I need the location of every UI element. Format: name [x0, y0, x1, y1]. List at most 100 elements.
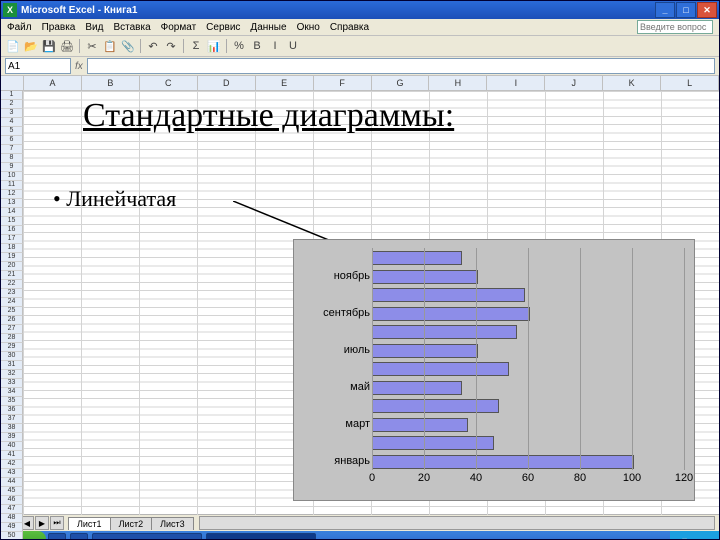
row-header[interactable]: 30 [1, 352, 23, 361]
row-header[interactable]: 2 [1, 100, 23, 109]
col-header[interactable]: I [487, 76, 545, 90]
new-icon[interactable]: 📄 [5, 38, 21, 54]
row-header[interactable]: 38 [1, 424, 23, 433]
row-header[interactable]: 28 [1, 334, 23, 343]
row-header[interactable]: 20 [1, 262, 23, 271]
fx-icon[interactable]: fx [75, 61, 83, 72]
row-header[interactable]: 43 [1, 469, 23, 478]
col-header[interactable]: A [24, 76, 82, 90]
cut-icon[interactable]: ✂ [84, 38, 100, 54]
bold-icon[interactable]: B [249, 38, 265, 54]
row-header[interactable]: 25 [1, 307, 23, 316]
formula-input[interactable] [87, 58, 715, 74]
menu-edit[interactable]: Правка [42, 22, 76, 33]
cell-grid[interactable]: Стандартные диаграммы: • Линейчатая 0204… [23, 91, 719, 515]
row-header[interactable]: 45 [1, 487, 23, 496]
row-header[interactable]: 32 [1, 370, 23, 379]
menu-view[interactable]: Вид [85, 22, 103, 33]
open-icon[interactable]: 📂 [23, 38, 39, 54]
row-header[interactable]: 18 [1, 244, 23, 253]
paste-icon[interactable]: 📎 [120, 38, 136, 54]
name-box[interactable]: A1 [5, 58, 71, 74]
row-header[interactable]: 31 [1, 361, 23, 370]
menu-help[interactable]: Справка [330, 22, 369, 33]
bar-chart[interactable]: 020406080100120 январьмартмайиюльсентябр… [293, 239, 695, 501]
col-header[interactable]: K [603, 76, 661, 90]
minimize-button[interactable]: _ [655, 2, 675, 18]
percent-icon[interactable]: % [231, 38, 247, 54]
taskbar-item[interactable]: Microsoft Excel - Кни... [206, 533, 316, 540]
row-header[interactable]: 13 [1, 199, 23, 208]
taskbar-item[interactable] [70, 533, 88, 540]
redo-icon[interactable]: ↷ [163, 38, 179, 54]
col-header[interactable]: B [82, 76, 140, 90]
row-header[interactable]: 41 [1, 451, 23, 460]
row-header[interactable]: 48 [1, 514, 23, 523]
select-all-corner[interactable] [1, 76, 24, 90]
menu-tools[interactable]: Сервис [206, 22, 240, 33]
row-header[interactable]: 21 [1, 271, 23, 280]
sheet-tab[interactable]: Лист1 [68, 517, 111, 530]
horizontal-scrollbar[interactable] [199, 516, 715, 530]
row-header[interactable]: 46 [1, 496, 23, 505]
col-header[interactable]: J [545, 76, 603, 90]
row-header[interactable]: 16 [1, 226, 23, 235]
save-icon[interactable]: 💾 [41, 38, 57, 54]
row-header[interactable]: 42 [1, 460, 23, 469]
tab-nav-next-icon[interactable]: ▶ [35, 516, 49, 530]
copy-icon[interactable]: 📋 [102, 38, 118, 54]
row-header[interactable]: 34 [1, 388, 23, 397]
row-header[interactable]: 26 [1, 316, 23, 325]
chart-icon[interactable]: 📊 [206, 38, 222, 54]
col-header[interactable]: G [372, 76, 430, 90]
row-header[interactable]: 9 [1, 163, 23, 172]
row-header[interactable]: 29 [1, 343, 23, 352]
row-header[interactable]: 33 [1, 379, 23, 388]
autosum-icon[interactable]: Σ [188, 38, 204, 54]
menu-window[interactable]: Окно [297, 22, 320, 33]
menu-file[interactable]: Файл [7, 22, 32, 33]
row-header[interactable]: 49 [1, 523, 23, 532]
row-header[interactable]: 5 [1, 127, 23, 136]
col-header[interactable]: L [661, 76, 719, 90]
menu-insert[interactable]: Вставка [113, 22, 150, 33]
row-header[interactable]: 36 [1, 406, 23, 415]
row-header[interactable]: 4 [1, 118, 23, 127]
row-header[interactable]: 23 [1, 289, 23, 298]
print-icon[interactable]: 🖨 [59, 38, 75, 54]
row-header[interactable]: 14 [1, 208, 23, 217]
maximize-button[interactable]: □ [676, 2, 696, 18]
row-header[interactable]: 27 [1, 325, 23, 334]
italic-icon[interactable]: I [267, 38, 283, 54]
row-header[interactable]: 12 [1, 190, 23, 199]
col-header[interactable]: C [140, 76, 198, 90]
menu-data[interactable]: Данные [250, 22, 286, 33]
row-header[interactable]: 10 [1, 172, 23, 181]
underline-icon[interactable]: U [285, 38, 301, 54]
row-header[interactable]: 39 [1, 433, 23, 442]
row-header[interactable]: 40 [1, 442, 23, 451]
row-header[interactable]: 37 [1, 415, 23, 424]
row-header[interactable]: 24 [1, 298, 23, 307]
col-header[interactable]: F [314, 76, 372, 90]
row-header[interactable]: 6 [1, 136, 23, 145]
system-tray[interactable]: 🔊 9:17 [670, 531, 719, 540]
help-search-input[interactable] [637, 20, 713, 34]
row-header[interactable]: 19 [1, 253, 23, 262]
row-header[interactable]: 3 [1, 109, 23, 118]
close-button[interactable]: ✕ [697, 2, 717, 18]
sheet-tab[interactable]: Лист2 [110, 517, 153, 530]
row-header[interactable]: 7 [1, 145, 23, 154]
taskbar-item[interactable]: Microsoft PowerPoint... [92, 533, 203, 540]
row-header[interactable]: 8 [1, 154, 23, 163]
row-header[interactable]: 50 [1, 532, 23, 540]
row-header[interactable]: 17 [1, 235, 23, 244]
row-header[interactable]: 22 [1, 280, 23, 289]
col-header[interactable]: D [198, 76, 256, 90]
row-header[interactable]: 44 [1, 478, 23, 487]
row-header[interactable]: 35 [1, 397, 23, 406]
row-header[interactable]: 11 [1, 181, 23, 190]
col-header[interactable]: H [429, 76, 487, 90]
col-header[interactable]: E [256, 76, 314, 90]
taskbar-item[interactable] [48, 533, 66, 540]
